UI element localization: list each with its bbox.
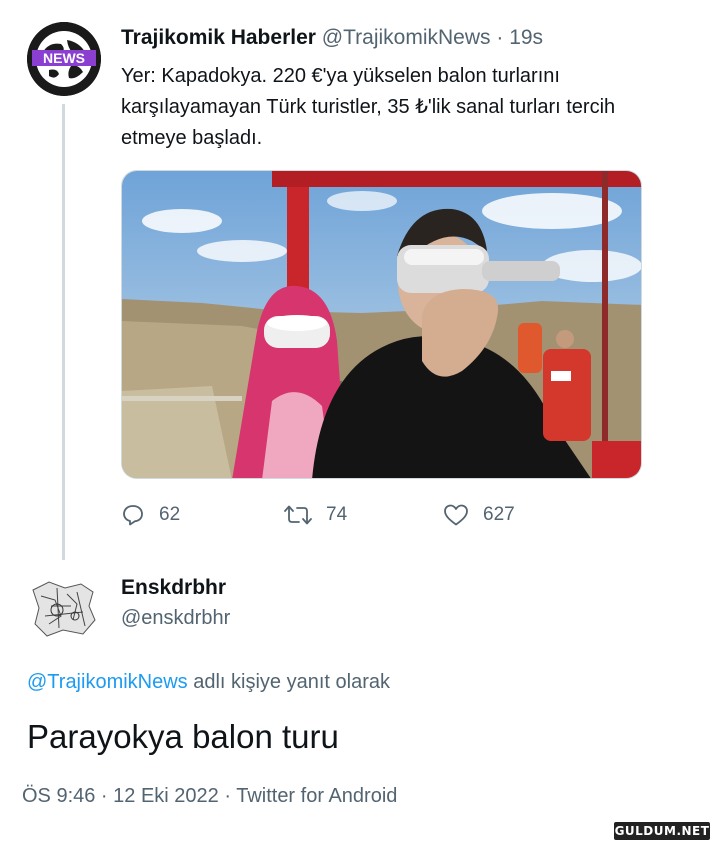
thread-connector-line bbox=[62, 104, 65, 560]
like-count: 627 bbox=[483, 504, 515, 525]
replying-mention-link[interactable]: @TrajikomikNews bbox=[27, 671, 188, 693]
avatar-badge-text: NEWS bbox=[43, 50, 85, 66]
author-handle[interactable]: @TrajikomikNews bbox=[322, 26, 491, 49]
vr-tourists-photo bbox=[122, 171, 641, 478]
heart-icon bbox=[444, 504, 468, 526]
enskdrbhr-avatar[interactable] bbox=[27, 576, 99, 640]
watermark-logo: GULDUM.NET bbox=[614, 822, 710, 840]
reply-meta[interactable]: ÖS 9:46 · 12 Eki 2022 · Twitter for Andr… bbox=[22, 785, 397, 808]
tweet-header: Trajikomik Haberler @TrajikomikNews · 19… bbox=[121, 26, 543, 50]
author-display-name[interactable]: Trajikomik Haberler bbox=[121, 26, 316, 49]
reply-action[interactable]: 62 bbox=[121, 502, 180, 528]
trajikomik-avatar[interactable]: NEWS bbox=[27, 22, 101, 96]
retweet-action[interactable]: 74 bbox=[284, 502, 347, 528]
replying-suffix: adlı kişiye yanıt olarak bbox=[187, 671, 391, 693]
reply-display-name[interactable]: Enskdrbhr bbox=[121, 576, 226, 600]
reply-count: 62 bbox=[159, 504, 181, 525]
like-action[interactable]: 627 bbox=[443, 502, 515, 528]
reply-text: Parayokya balon turu bbox=[27, 718, 339, 755]
tweet-text: Yer: Kapadokya. 220 €'ya yükselen balon … bbox=[121, 65, 616, 149]
reply-icon bbox=[123, 505, 143, 526]
tweet-timestamp[interactable]: 19s bbox=[509, 26, 543, 49]
header-separator: · bbox=[496, 26, 504, 49]
replying-to-line: @TrajikomikNews adlı kişiye yanıt olarak bbox=[27, 671, 390, 694]
globe-icon: NEWS bbox=[27, 22, 101, 96]
retweet-count: 74 bbox=[326, 504, 348, 525]
tweet-media-photo[interactable] bbox=[121, 170, 642, 479]
sketch-avatar-icon bbox=[27, 576, 99, 640]
retweet-icon bbox=[284, 505, 312, 525]
reply-handle[interactable]: @enskdrbhr bbox=[121, 607, 230, 630]
